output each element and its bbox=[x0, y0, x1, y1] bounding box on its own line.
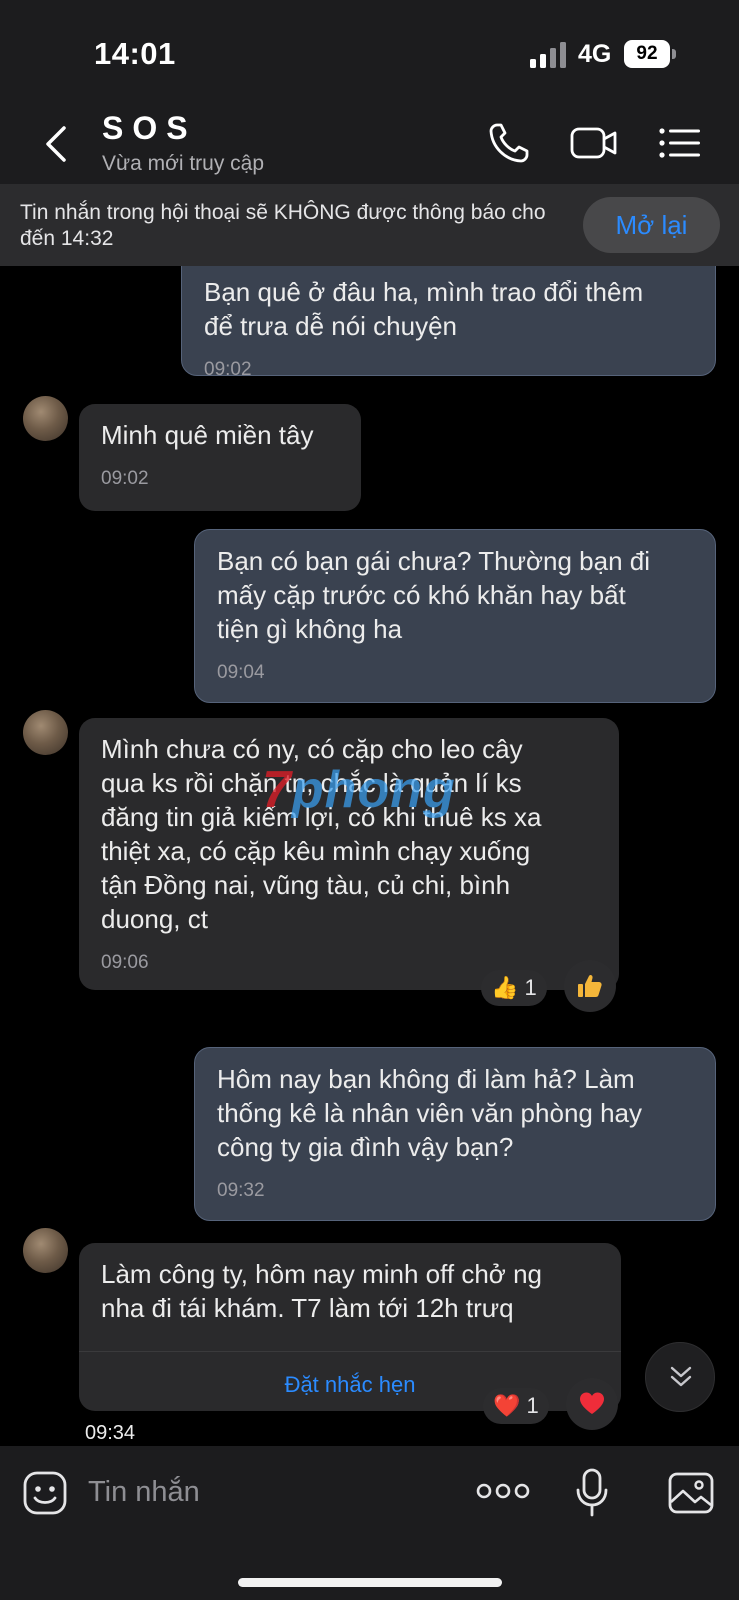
reaction-count-number: 1 bbox=[526, 1393, 539, 1418]
network-type: 4G bbox=[578, 40, 612, 68]
reaction-count[interactable]: ❤️ 1 bbox=[483, 1388, 549, 1424]
watermark-logo: 7phong bbox=[262, 760, 456, 820]
home-indicator[interactable] bbox=[238, 1578, 502, 1587]
heart-icon: ❤️ bbox=[493, 1393, 521, 1418]
image-icon bbox=[668, 1472, 714, 1514]
mute-notice-text: Tin nhắn trong hội thoại sẽ KHÔNG được t… bbox=[20, 201, 546, 250]
battery-indicator: 92 bbox=[624, 40, 670, 68]
reopen-notifications-button[interactable]: Mở lại bbox=[583, 197, 720, 253]
mute-notice-banner: Tin nhắn trong hội thoại sẽ KHÔNG được t… bbox=[0, 184, 739, 266]
back-chevron-icon bbox=[46, 126, 66, 162]
video-camera-icon bbox=[570, 127, 617, 159]
watermark-rest: phong bbox=[291, 761, 456, 819]
send-image-button[interactable] bbox=[668, 1472, 714, 1514]
react-button[interactable] bbox=[566, 1378, 618, 1430]
signal-icon bbox=[530, 42, 566, 68]
avatar[interactable] bbox=[23, 396, 68, 441]
phone-icon bbox=[489, 123, 529, 163]
more-options-button[interactable] bbox=[476, 1476, 530, 1506]
reaction-count-number: 1 bbox=[524, 975, 537, 1000]
microphone-icon bbox=[576, 1468, 608, 1517]
sticker-smile-icon bbox=[23, 1471, 67, 1515]
message-text: Minh quê miền tây bbox=[101, 420, 314, 450]
outgoing-message[interactable]: Hôm nay bạn không đi làm hả? Làm thống k… bbox=[194, 1047, 716, 1221]
message-time: 09:34 bbox=[85, 1422, 136, 1444]
chat-subtitle: Vừa mới truy cập bbox=[102, 152, 265, 175]
message-list[interactable]: Bạn quê ở đâu ha, mình trao đổi thêm để … bbox=[0, 266, 739, 1446]
message-composer bbox=[0, 1446, 739, 1600]
message-text: Bạn quê ở đâu ha, mình trao đổi thêm để … bbox=[204, 277, 644, 341]
message-text: Hôm nay bạn không đi làm hả? Làm thống k… bbox=[217, 1064, 643, 1162]
thumbs-up-icon: 👍 bbox=[491, 975, 519, 1000]
call-button[interactable] bbox=[486, 120, 534, 166]
reaction-count[interactable]: 👍 1 bbox=[481, 970, 547, 1006]
message-time: 09:04 bbox=[217, 662, 265, 683]
sticker-button[interactable] bbox=[22, 1470, 68, 1516]
chat-title[interactable]: SOS bbox=[102, 110, 197, 147]
outgoing-message[interactable]: Bạn quê ở đâu ha, mình trao đổi thêm để … bbox=[181, 266, 716, 380]
list-menu-icon bbox=[659, 128, 700, 158]
divider bbox=[79, 1351, 621, 1352]
voice-record-button[interactable] bbox=[576, 1468, 608, 1518]
scroll-to-bottom-button[interactable] bbox=[645, 1342, 715, 1412]
options-menu-button[interactable] bbox=[658, 120, 706, 166]
incoming-message[interactable]: Minh quê miền tây 09:02 bbox=[79, 404, 361, 511]
message-input[interactable] bbox=[88, 1468, 448, 1516]
message-time: 09:32 bbox=[217, 1180, 265, 1201]
back-button[interactable] bbox=[38, 122, 78, 166]
message-time: 09:02 bbox=[204, 359, 252, 380]
avatar[interactable] bbox=[23, 710, 68, 755]
avatar[interactable] bbox=[23, 1228, 68, 1273]
status-bar: 14:01 4G 92 bbox=[0, 0, 739, 104]
message-text: Bạn có bạn gái chưa? Thường bạn đi mấy c… bbox=[217, 546, 651, 644]
thumbs-up-icon bbox=[578, 974, 602, 997]
chat-screen: 14:01 4G 92 SOS Vừa mới truy cập Tin nhắ… bbox=[0, 0, 739, 1600]
message-text: Làm công ty, hôm nay minh off chở ng nha… bbox=[101, 1259, 542, 1323]
video-call-button[interactable] bbox=[570, 120, 618, 166]
status-time: 14:01 bbox=[94, 36, 176, 71]
incoming-message[interactable]: Mình chưa có ny, có cặp cho leo cây qua … bbox=[79, 718, 619, 990]
watermark-first: 7 bbox=[262, 761, 292, 819]
battery-tip bbox=[672, 49, 676, 59]
more-dots-icon bbox=[476, 1483, 530, 1499]
incoming-message[interactable]: Làm công ty, hôm nay minh off chở ng nha… bbox=[79, 1243, 621, 1411]
message-time: 09:02 bbox=[101, 468, 149, 489]
double-chevron-down-icon bbox=[670, 1366, 692, 1387]
react-button[interactable] bbox=[564, 960, 616, 1012]
heart-icon bbox=[580, 1392, 604, 1414]
outgoing-message[interactable]: Bạn có bạn gái chưa? Thường bạn đi mấy c… bbox=[194, 529, 716, 703]
chat-header: SOS Vừa mới truy cập bbox=[0, 104, 739, 184]
